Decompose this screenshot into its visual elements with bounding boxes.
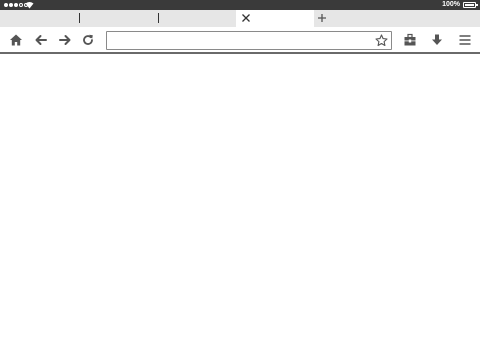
toolbox-icon: [404, 33, 416, 46]
close-icon[interactable]: [240, 12, 252, 24]
tab-1[interactable]: [0, 10, 80, 27]
forward-button[interactable]: [57, 32, 73, 48]
back-arrow-icon: [35, 35, 47, 45]
toolbox-button[interactable]: [402, 32, 418, 48]
wifi-icon: [25, 2, 34, 9]
url-bar[interactable]: [106, 31, 392, 50]
tab-2[interactable]: [80, 10, 159, 27]
download-button[interactable]: [429, 32, 445, 48]
star-outline-icon[interactable]: [375, 34, 388, 47]
download-icon: [432, 34, 442, 45]
tab-strip: [0, 10, 480, 27]
tab-active[interactable]: [236, 10, 314, 27]
new-tab-plus-icon[interactable]: [316, 12, 328, 24]
reload-icon: [83, 34, 93, 45]
home-button[interactable]: [8, 32, 24, 48]
page-content-area[interactable]: [0, 56, 480, 360]
battery-icon: [463, 2, 478, 8]
url-input[interactable]: [110, 33, 368, 48]
status-bar: 100%: [0, 0, 480, 10]
menu-icon: [459, 35, 471, 45]
back-button[interactable]: [33, 32, 49, 48]
forward-arrow-icon: [59, 35, 71, 45]
battery-percentage: 100%: [442, 1, 460, 8]
toolbar: [0, 27, 480, 54]
menu-button[interactable]: [457, 32, 473, 48]
tab-3[interactable]: [159, 10, 236, 27]
home-icon: [10, 34, 22, 46]
reload-button[interactable]: [80, 32, 96, 48]
